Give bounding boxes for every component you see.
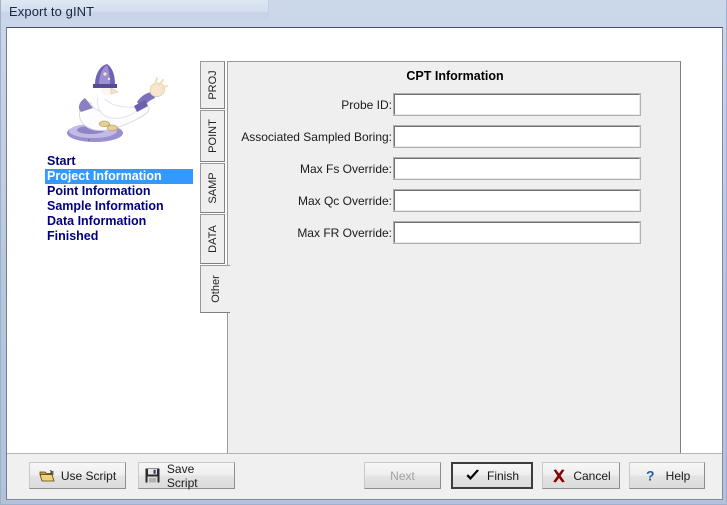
max-fr-override-input[interactable]: [394, 222, 640, 243]
save-script-button[interactable]: Save Script: [138, 462, 235, 489]
finish-label: Finish: [487, 469, 519, 483]
max-qc-override-input[interactable]: [394, 190, 640, 211]
cancel-button[interactable]: Cancel: [542, 462, 620, 489]
max-qc-override-label: Max Qc Override:: [132, 194, 392, 208]
max-fs-override-label: Max Fs Override:: [132, 162, 392, 176]
use-script-label: Use Script: [61, 469, 116, 483]
tab-proj-label: PROJ: [207, 70, 219, 99]
panel-title: CPT Information: [228, 69, 682, 83]
help-label: Help: [666, 469, 691, 483]
next-label: Next: [390, 469, 415, 483]
finish-button[interactable]: Finish: [451, 462, 533, 489]
probe-id-input[interactable]: [394, 94, 640, 115]
field-row-max-fr-override: Max FR Override:: [228, 221, 682, 253]
max-fr-override-label: Max FR Override:: [132, 226, 392, 240]
client-area: Start Project Information Point Informat…: [6, 27, 723, 500]
title-bar: Export to gINT: [1, 0, 727, 26]
max-fs-override-input[interactable]: [394, 158, 640, 179]
tab-other-label: Other: [210, 275, 222, 303]
associated-sampled-boring-label: Associated Sampled Boring:: [132, 130, 392, 144]
next-button[interactable]: Next: [364, 462, 441, 489]
associated-sampled-boring-input[interactable]: [394, 126, 640, 147]
probe-id-label: Probe ID:: [132, 98, 392, 112]
floppy-disk-icon: [145, 468, 161, 484]
tab-other[interactable]: Other: [200, 265, 230, 313]
field-row-associated-sampled-boring: Associated Sampled Boring:: [228, 125, 682, 157]
open-folder-icon: [39, 468, 55, 484]
wizard-page: Start Project Information Point Informat…: [7, 28, 722, 452]
checkmark-icon: [465, 468, 481, 484]
save-script-label: Save Script: [167, 462, 228, 490]
dialog-button-bar: Use Script Save Script Next: [7, 453, 722, 499]
field-row-max-fs-override: Max Fs Override:: [228, 157, 682, 189]
close-x-icon: [551, 468, 567, 484]
vertical-tab-strip: PROJ POINT SAMP DATA Other: [200, 61, 228, 476]
use-script-button[interactable]: Use Script: [29, 462, 126, 489]
field-row-max-qc-override: Max Qc Override:: [228, 189, 682, 221]
field-row-probe-id: Probe ID:: [228, 93, 682, 125]
question-mark-icon: ?: [644, 468, 660, 484]
svg-text:?: ?: [646, 468, 655, 483]
help-button[interactable]: ? Help: [629, 462, 705, 489]
export-to-gint-window: Export to gINT: [0, 0, 727, 505]
cancel-label: Cancel: [573, 469, 610, 483]
cpt-information-form: Probe ID: Associated Sampled Boring: Max…: [228, 93, 682, 253]
tab-panel-other: CPT Information Probe ID: Associated Sam…: [227, 61, 681, 476]
window-title: Export to gINT: [9, 4, 94, 19]
